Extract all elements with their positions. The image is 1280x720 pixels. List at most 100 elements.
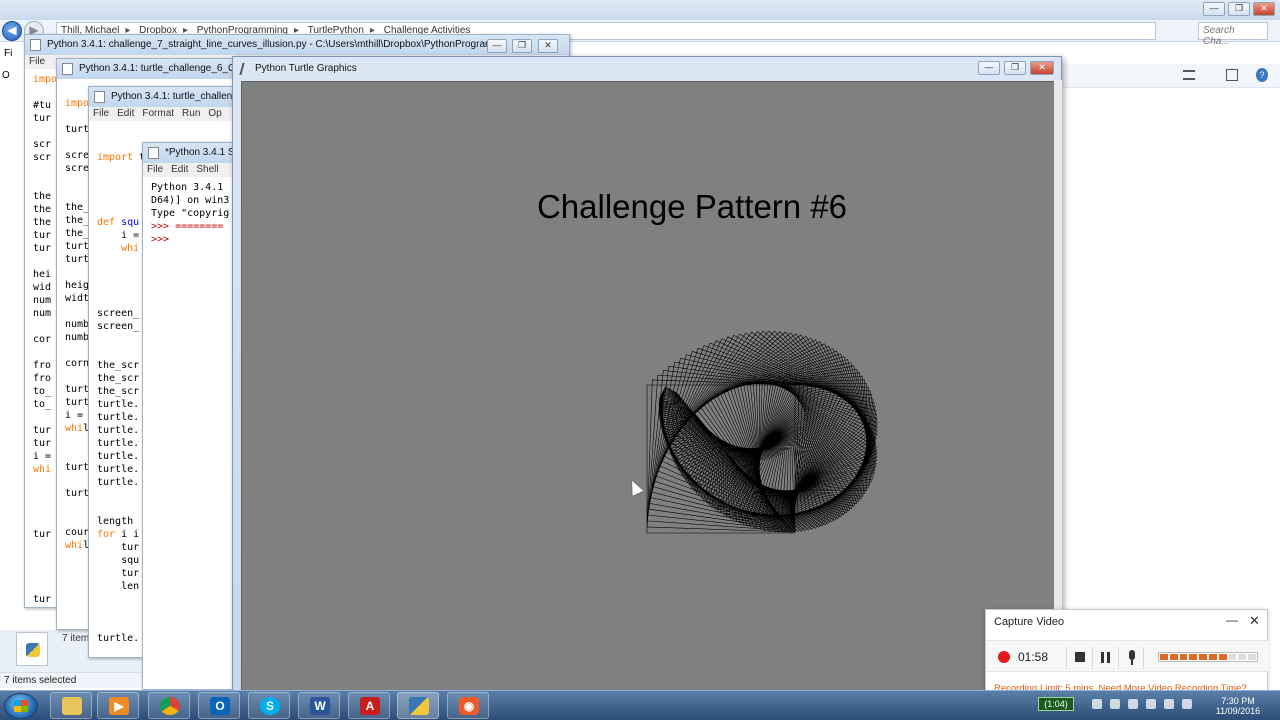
menu-edit[interactable]: Edit	[171, 164, 188, 175]
code-line: fro	[33, 373, 52, 384]
code-line: scr	[33, 139, 52, 150]
taskbar-media-player[interactable]: ▶	[97, 692, 139, 719]
taskbar-explorer[interactable]	[50, 692, 92, 719]
explorer-side-label: O	[2, 70, 10, 81]
microphone-button[interactable]	[1118, 647, 1144, 669]
explorer-titlebar	[0, 0, 1280, 20]
taskbar-recorder[interactable]: ◉	[447, 692, 489, 719]
tray-security-icon[interactable]	[1182, 699, 1192, 709]
code-line: i =	[33, 451, 52, 462]
turtle-graphics-window[interactable]: Python Turtle Graphics Challenge Pattern…	[232, 56, 1062, 697]
media-player-icon: ▶	[109, 697, 129, 715]
level-segment	[1208, 654, 1217, 660]
code-line: tur	[33, 594, 52, 605]
outlook-icon: O	[210, 697, 230, 715]
code-line: whil	[65, 423, 90, 434]
tray-flag-icon[interactable]	[1110, 699, 1120, 709]
tray-volume-icon[interactable]	[1164, 699, 1174, 709]
taskbar-skype[interactable]: S	[248, 692, 290, 719]
code-line: tur	[33, 529, 52, 540]
tray-arrow-icon[interactable]	[1092, 699, 1102, 709]
idle-minimize-button[interactable]: —	[487, 39, 507, 53]
window-title-text: Python 3.4.1: turtle_challenge_6_Grid	[79, 63, 245, 74]
code-line: num	[33, 308, 52, 319]
acrobat-icon: A	[360, 697, 380, 715]
code-editor[interactable]: impo #tu tur scr scr the the the tur tur hei wid num…	[33, 73, 57, 607]
code-line: tur	[33, 243, 52, 254]
turtle-maximize-button[interactable]: ❐	[1004, 61, 1026, 75]
tray-clock[interactable]: 7:30 PM 11/09/2016	[1200, 696, 1276, 716]
clock-time: 7:30 PM	[1221, 696, 1255, 706]
code-line: num	[33, 295, 52, 306]
tray-network-icon[interactable]	[1146, 699, 1156, 709]
menu-options[interactable]: Op	[208, 108, 221, 119]
help-icon[interactable]: ?	[1256, 68, 1268, 82]
start-button[interactable]	[4, 693, 38, 719]
taskbar-python[interactable]	[397, 692, 439, 719]
shell-output[interactable]: Python 3.4.1 D64)] on win3 Type "copyrig >>…	[151, 181, 229, 246]
code-line: corn	[65, 358, 90, 369]
capture-close-button[interactable]: ✕	[1249, 613, 1263, 628]
turtle-canvas[interactable]: Challenge Pattern #6	[241, 81, 1055, 697]
python-file-icon	[30, 39, 41, 51]
python-file-icon	[16, 632, 48, 666]
capture-controls: 01:58	[986, 640, 1269, 672]
pause-button[interactable]	[1092, 647, 1118, 669]
taskbar-outlook[interactable]: O	[198, 692, 240, 719]
code-line: the_	[65, 202, 90, 213]
turtle-minimize-button[interactable]: —	[978, 61, 1000, 75]
taskbar-chrome[interactable]	[148, 692, 190, 719]
explorer-minimize-button[interactable]: —	[1203, 2, 1225, 16]
menu-edit[interactable]: Edit	[117, 108, 134, 119]
code-line: the	[33, 217, 52, 228]
idle-close-button[interactable]: ✕	[538, 39, 558, 53]
turtle-close-button[interactable]: ✕	[1030, 61, 1054, 75]
explorer-close-button[interactable]: ✕	[1253, 2, 1275, 16]
code-line: turt	[65, 462, 90, 473]
level-segment	[1179, 654, 1188, 660]
menu-format[interactable]: Format	[142, 108, 174, 119]
tray-timer[interactable]: (1:04)	[1038, 697, 1074, 711]
idle-window-title[interactable]: Python 3.4.1: turtle_challeng	[89, 87, 247, 107]
back-arrow-icon[interactable]: ◀	[2, 21, 22, 41]
capture-minimize-button[interactable]: —	[1226, 613, 1240, 627]
idle-maximize-button[interactable]: ❐	[512, 39, 532, 53]
level-segment	[1160, 654, 1168, 660]
level-segment	[1228, 654, 1237, 660]
code-line: tur	[33, 113, 52, 124]
preview-pane-icon[interactable]	[1226, 69, 1238, 81]
code-editor[interactable]: impo turt scre scre the_ the_ the_ turt turt heig…	[65, 97, 89, 552]
code-line: to_	[33, 399, 52, 410]
python-file-icon	[94, 91, 105, 103]
taskbar-word[interactable]: W	[298, 692, 340, 719]
taskbar	[0, 690, 1280, 720]
code-line: D64)] on win3	[151, 195, 230, 206]
menu-file[interactable]: File	[147, 164, 163, 175]
code-line: to_	[33, 386, 52, 397]
stop-button[interactable]	[1066, 647, 1092, 669]
code-line: scre	[65, 163, 90, 174]
search-input[interactable]: Search Cha...	[1198, 22, 1268, 47]
view-options-icon[interactable]	[1183, 70, 1195, 80]
menu-file[interactable]: File	[29, 56, 45, 67]
explorer-maximize-button[interactable]: ❐	[1228, 2, 1250, 16]
code-line: turt	[65, 384, 90, 395]
tray-power-icon[interactable]	[1128, 699, 1138, 709]
menu-file[interactable]: File	[93, 108, 109, 119]
idle-window-title[interactable]: Python 3.4.1: turtle_challenge_6_Grid	[57, 59, 245, 79]
menu-run[interactable]: Run	[182, 108, 200, 119]
taskbar-acrobat[interactable]: A	[348, 692, 390, 719]
turtle-scrollbar[interactable]	[1054, 80, 1062, 690]
window-title-text: *Python 3.4.1 Sh	[165, 147, 241, 158]
audio-level-meter	[1158, 652, 1258, 662]
menu-shell[interactable]: Shell	[196, 164, 218, 175]
code-line: >>> ========	[151, 221, 224, 232]
